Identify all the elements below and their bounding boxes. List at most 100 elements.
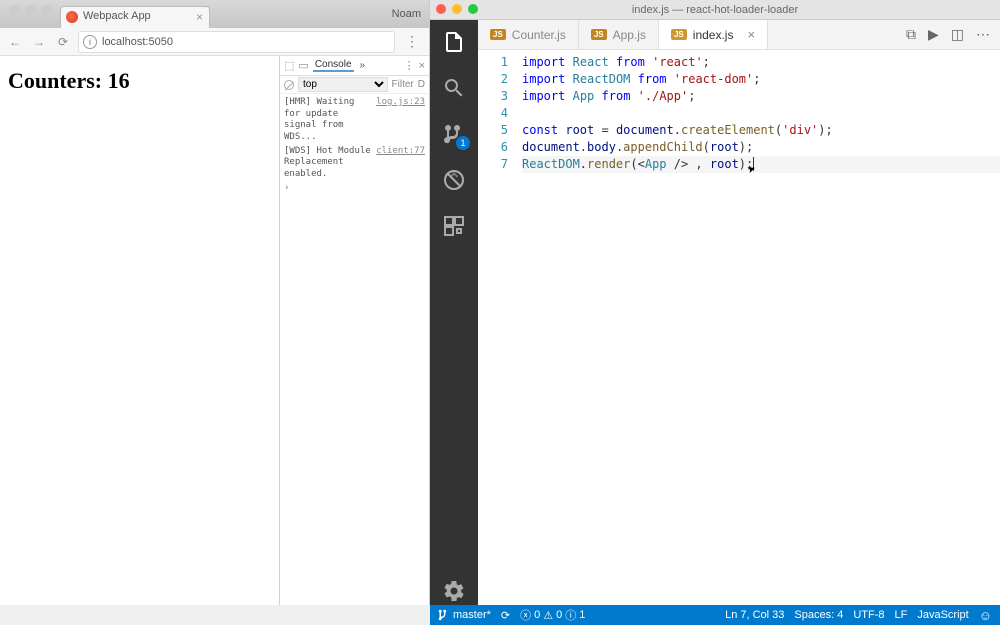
encoding[interactable]: UTF-8 bbox=[853, 609, 884, 621]
console-entry: [WDS] Hot Module Replacement enabled.cli… bbox=[284, 146, 425, 181]
chrome-tabstrip: Webpack App × Noam bbox=[0, 0, 429, 28]
console-entry: [HMR] Waiting for update signal from WDS… bbox=[284, 97, 425, 144]
favicon-icon bbox=[66, 11, 78, 23]
language-mode[interactable]: JavaScript bbox=[917, 609, 968, 621]
sync-button[interactable]: ⟳ bbox=[501, 609, 510, 622]
execution-context-select[interactable]: top bbox=[298, 77, 388, 92]
minimize-icon[interactable] bbox=[452, 4, 462, 14]
devtools-panel: ⬚ ▭ Console » ⋮ × top Filter D [HMR] Wai… bbox=[279, 56, 429, 605]
default-levels[interactable]: D bbox=[418, 79, 425, 90]
line-number: 3 bbox=[478, 88, 508, 105]
chrome-viewport: Counters: 16 ⬚ ▭ Console » ⋮ × top Filte… bbox=[0, 56, 429, 605]
source-control-icon[interactable]: 1 bbox=[440, 120, 468, 148]
settings-icon[interactable] bbox=[440, 577, 468, 605]
indentation[interactable]: Spaces: 4 bbox=[794, 609, 843, 621]
search-icon[interactable] bbox=[440, 74, 468, 102]
console-source-link[interactable]: client:77 bbox=[376, 146, 425, 181]
line-gutter: 1234567 bbox=[478, 50, 522, 605]
js-file-icon: JS bbox=[591, 29, 607, 40]
vscode-titlebar: index.js — react-hot-loader-loader bbox=[430, 0, 1000, 20]
line-number: 2 bbox=[478, 71, 508, 88]
code-line[interactable]: document.body.appendChild(root); bbox=[522, 139, 1000, 156]
close-tab-icon[interactable]: × bbox=[196, 10, 203, 24]
vscode-window: index.js — react-hot-loader-loader 1 bbox=[430, 0, 1000, 625]
editor-actions: ⧉ ▶ ◫ ⋯ bbox=[896, 20, 1000, 49]
compare-icon[interactable]: ⧉ bbox=[906, 26, 916, 43]
explorer-icon[interactable] bbox=[440, 28, 468, 56]
feedback-icon[interactable]: ☺ bbox=[979, 608, 992, 623]
code-line[interactable] bbox=[522, 105, 1000, 122]
console-source-link[interactable]: log.js:23 bbox=[376, 97, 425, 144]
console-message: [HMR] Waiting for update signal from WDS… bbox=[284, 97, 373, 144]
problems-status[interactable]: ⓧ0 ⚠0 ⓘ1 bbox=[520, 607, 585, 623]
maximize-icon[interactable] bbox=[468, 4, 478, 14]
code-line[interactable]: import React from 'react'; bbox=[522, 54, 1000, 71]
code-line[interactable]: const root = document.createElement('div… bbox=[522, 122, 1000, 139]
page-heading: Counters: 16 bbox=[8, 68, 271, 94]
extensions-icon[interactable] bbox=[440, 212, 468, 240]
scm-badge: 1 bbox=[456, 136, 470, 150]
split-editor-icon[interactable]: ◫ bbox=[951, 26, 964, 43]
console-tab[interactable]: Console bbox=[313, 59, 354, 72]
code-editor[interactable]: 1234567 import React from 'react';import… bbox=[478, 50, 1000, 605]
js-file-icon: JS bbox=[671, 29, 687, 40]
inspect-icon[interactable]: ⬚ bbox=[284, 59, 294, 72]
device-icon[interactable]: ▭ bbox=[298, 59, 308, 72]
forward-button[interactable]: → bbox=[30, 35, 48, 49]
back-button[interactable]: ← bbox=[6, 35, 24, 49]
close-icon[interactable] bbox=[436, 4, 446, 14]
maximize-icon[interactable] bbox=[42, 5, 52, 15]
more-tabs-icon[interactable]: » bbox=[358, 60, 368, 71]
editor-tab-label: Counter.js bbox=[512, 28, 566, 42]
page-content: Counters: 16 bbox=[0, 56, 279, 605]
editor-tabs: JS Counter.js JS App.js JS index.js × ⧉ ▶ ◫ ⋯ bbox=[478, 20, 1000, 50]
chrome-traffic-lights[interactable] bbox=[6, 5, 60, 23]
close-tab-icon[interactable]: × bbox=[747, 27, 755, 42]
js-file-icon: JS bbox=[490, 29, 506, 40]
line-number: 5 bbox=[478, 122, 508, 139]
code-content[interactable]: import React from 'react';import ReactDO… bbox=[522, 50, 1000, 605]
debug-icon[interactable] bbox=[440, 166, 468, 194]
address-bar[interactable]: i localhost:5050 bbox=[78, 31, 395, 53]
code-line[interactable]: import App from './App'; bbox=[522, 88, 1000, 105]
close-icon[interactable] bbox=[10, 5, 20, 15]
minimize-icon[interactable] bbox=[26, 5, 36, 15]
window-title: index.js — react-hot-loader-loader bbox=[632, 4, 798, 16]
devtools-menu-icon[interactable]: ⋮ bbox=[404, 59, 415, 72]
chrome-menu-icon[interactable]: ⋮ bbox=[401, 33, 423, 50]
run-icon[interactable]: ▶ bbox=[928, 26, 939, 43]
reload-button[interactable]: ⟳ bbox=[54, 35, 72, 49]
editor-tab[interactable]: JS App.js bbox=[579, 20, 659, 49]
chrome-window: Webpack App × Noam ← → ⟳ i localhost:505… bbox=[0, 0, 430, 605]
vscode-traffic-lights[interactable] bbox=[436, 4, 478, 14]
browser-tab[interactable]: Webpack App × bbox=[60, 6, 210, 28]
eol[interactable]: LF bbox=[895, 609, 908, 621]
git-branch[interactable]: master* bbox=[438, 609, 491, 621]
line-number: 1 bbox=[478, 54, 508, 71]
code-line[interactable]: import ReactDOM from 'react-dom'; bbox=[522, 71, 1000, 88]
chrome-profile-label[interactable]: Noam bbox=[384, 8, 429, 20]
line-number: 6 bbox=[478, 139, 508, 156]
line-number: 7 bbox=[478, 156, 508, 173]
tab-title: Webpack App bbox=[83, 10, 151, 22]
console-prompt[interactable]: › bbox=[284, 183, 425, 195]
more-actions-icon[interactable]: ⋯ bbox=[976, 26, 990, 43]
chrome-toolbar: ← → ⟳ i localhost:5050 ⋮ bbox=[0, 28, 429, 56]
activity-bar: 1 bbox=[430, 20, 478, 605]
filter-label: Filter bbox=[392, 79, 414, 90]
console-log[interactable]: [HMR] Waiting for update signal from WDS… bbox=[280, 94, 429, 605]
clear-console-icon[interactable] bbox=[284, 80, 294, 90]
vscode-main: 1 JS Counter.js JS App.js JS index.js × ⧉ ▶ ◫ … bbox=[430, 20, 1000, 605]
cursor-position[interactable]: Ln 7, Col 33 bbox=[725, 609, 784, 621]
console-message: [WDS] Hot Module Replacement enabled. bbox=[284, 146, 373, 181]
editor-tab-label: App.js bbox=[613, 28, 646, 42]
devtools-close-icon[interactable]: × bbox=[419, 60, 425, 72]
editor-tab[interactable]: JS Counter.js bbox=[478, 20, 579, 49]
url-text: localhost:5050 bbox=[102, 36, 173, 48]
site-info-icon[interactable]: i bbox=[83, 35, 97, 49]
code-line[interactable]: ReactDOM.render(<App /> , root); bbox=[522, 156, 1000, 173]
editor-tab-label: index.js bbox=[693, 28, 734, 42]
status-bar: master* ⟳ ⓧ0 ⚠0 ⓘ1 Ln 7, Col 33 Spaces: … bbox=[430, 605, 1000, 625]
editor-tab[interactable]: JS index.js × bbox=[659, 20, 768, 49]
devtools-tabs: ⬚ ▭ Console » ⋮ × bbox=[280, 56, 429, 76]
